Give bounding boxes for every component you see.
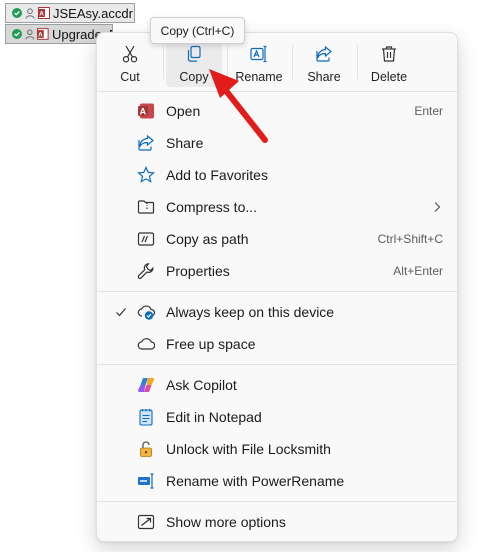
- menu-divider: [97, 91, 457, 92]
- access-file-icon: A: [38, 7, 50, 19]
- powerrename-icon: [137, 472, 155, 490]
- sync-ok-icon: [12, 8, 22, 18]
- context-menu: Cut Copy Rename Share Delete A Open Ente…: [96, 32, 458, 542]
- share-icon: [316, 45, 332, 62]
- trash-icon: [382, 46, 396, 62]
- delete-button[interactable]: Delete: [361, 39, 417, 87]
- access-icon: A: [137, 102, 155, 120]
- toolbar-divider: [163, 45, 164, 79]
- svg-text:A: A: [39, 32, 44, 39]
- delete-label: Delete: [370, 70, 408, 84]
- menu-item-open[interactable]: A Open Enter: [97, 95, 457, 127]
- menu-item-unlock-file-locksmith[interactable]: Unlock with File Locksmith: [97, 433, 457, 465]
- file-row-jseasy[interactable]: A JSEAsy.accdr: [5, 3, 135, 23]
- cut-button[interactable]: Cut: [102, 39, 158, 87]
- more-options-icon: [137, 513, 155, 531]
- sync-ok-icon: [12, 29, 22, 39]
- menu-item-edit-in-notepad[interactable]: Edit in Notepad: [97, 401, 457, 433]
- menu-item-free-up-space[interactable]: Free up space: [97, 328, 457, 360]
- toolbar-divider: [292, 45, 293, 79]
- menu-item-compress[interactable]: Compress to...: [97, 191, 457, 223]
- star-icon: [137, 166, 155, 184]
- wrench-icon: [137, 262, 155, 280]
- copy-tooltip: Copy (Ctrl+C): [150, 17, 245, 44]
- copilot-icon: [137, 376, 155, 394]
- person-icon: [25, 7, 35, 19]
- menu-item-show-more-options[interactable]: Show more options: [97, 506, 457, 538]
- copy-icon: [187, 45, 201, 62]
- cloud-icon: [137, 335, 155, 353]
- menu-item-add-to-favorites[interactable]: Add to Favorites: [97, 159, 457, 191]
- share-label: Share: [307, 70, 341, 84]
- scissors-icon: [122, 45, 138, 63]
- cut-label: Cut: [120, 70, 140, 84]
- access-file-icon: A: [37, 28, 49, 40]
- red-arrow-annotation: [209, 69, 268, 143]
- menu-item-copy-as-path[interactable]: Copy as path Ctrl+Shift+C: [97, 223, 457, 255]
- person-icon: [25, 29, 34, 39]
- chevron-right-icon: [434, 202, 441, 212]
- file-name: JSEAsy.accdr: [53, 5, 133, 21]
- copy-path-icon: [137, 230, 155, 248]
- notepad-icon: [137, 408, 155, 426]
- unlock-icon: [137, 440, 155, 458]
- cloud-sync-icon: [137, 303, 155, 321]
- rename-icon: [250, 45, 267, 63]
- toolbar-divider: [357, 45, 358, 79]
- menu-item-ask-copilot[interactable]: Ask Copilot: [97, 369, 457, 401]
- menu-item-share[interactable]: Share: [97, 127, 457, 159]
- checkmark-icon: [116, 308, 126, 317]
- svg-text:A: A: [39, 11, 44, 18]
- menu-item-always-keep[interactable]: Always keep on this device: [97, 296, 457, 328]
- menu-item-properties[interactable]: Properties Alt+Enter: [97, 255, 457, 287]
- svg-text:A: A: [140, 106, 147, 116]
- menu-divider: [97, 501, 457, 502]
- share-icon: [137, 134, 155, 152]
- menu-divider: [97, 364, 457, 365]
- menu-divider: [97, 291, 457, 292]
- menu-item-powerrename[interactable]: Rename with PowerRename: [97, 465, 457, 497]
- zip-folder-icon: [137, 198, 155, 216]
- share-button[interactable]: Share: [296, 39, 352, 87]
